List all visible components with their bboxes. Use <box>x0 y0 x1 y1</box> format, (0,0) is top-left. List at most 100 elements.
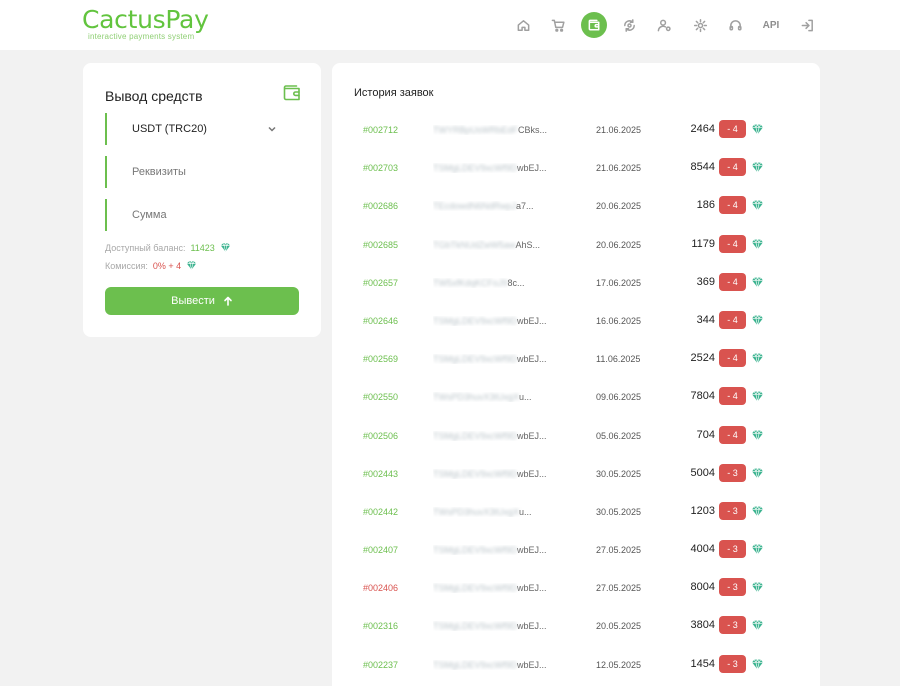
nav-orders[interactable] <box>545 12 571 38</box>
arrow-up-icon <box>224 296 232 306</box>
request-amount: 369 <box>696 275 715 288</box>
wallet-address: TWYRBpUsWRbEdFCBks... <box>433 125 551 135</box>
request-id-link[interactable]: #002316 <box>363 621 398 631</box>
request-id-link[interactable]: #002237 <box>363 660 398 670</box>
history-list: #002712 TWYRBpUsWRbEdFCBks... 21.06.2025… <box>332 111 820 684</box>
wallet-address-tail: wbEJ... <box>517 621 547 632</box>
gem-icon <box>751 581 764 594</box>
request-date: 11.06.2025 <box>596 354 641 365</box>
fee-badge: - 3 <box>719 616 746 635</box>
amount-input[interactable]: Сумма <box>105 199 299 231</box>
fee-badge: - 4 <box>719 310 746 329</box>
gem-icon <box>220 242 231 253</box>
request-id-link[interactable]: #002550 <box>363 392 398 402</box>
wallet-address: TSMgLDEV9xcWf9DwbEJ... <box>433 621 551 631</box>
history-title: История заявок <box>354 87 434 99</box>
wallet-icon <box>282 84 302 102</box>
request-id-link[interactable]: #002443 <box>363 469 398 479</box>
chevron-down-icon <box>267 124 277 134</box>
nav-logout[interactable] <box>794 12 820 38</box>
nav-wallet[interactable] <box>581 12 607 38</box>
request-date: 20.06.2025 <box>596 239 642 250</box>
request-id-link[interactable]: #002406 <box>363 583 398 593</box>
request-date: 27.05.2025 <box>596 583 642 594</box>
wallet-address-tail: u... <box>519 392 532 403</box>
request-id-link[interactable]: #002703 <box>363 163 398 173</box>
request-id-link[interactable]: #002712 <box>363 125 398 135</box>
request-id-link[interactable]: #002569 <box>363 354 398 364</box>
withdraw-card: Вывод средств USDT (TRC20) Реквизиты Сум… <box>83 63 321 337</box>
history-row: #002703 TSMgLDEV9xcWf9DwbEJ... 21.06.202… <box>332 149 820 187</box>
headset-icon <box>728 19 742 30</box>
history-card: История заявок #002712 TWYRBpUsWRbEdFCBk… <box>332 63 820 686</box>
logo-title: CactusPay <box>82 5 209 34</box>
request-date: 05.06.2025 <box>596 430 642 441</box>
request-amount: 344 <box>696 313 715 326</box>
request-date: 30.05.2025 <box>596 506 642 517</box>
wallet-address: TSMgLDEV9xcWf9DwbEJ... <box>433 545 551 555</box>
fee-badge: - 4 <box>719 120 746 138</box>
gem-icon <box>751 658 764 671</box>
wallet-address-hidden: TWYRBpUsWRbEdF <box>433 125 519 135</box>
request-amount: 2524 <box>690 352 715 365</box>
wallet-address-tail: a7... <box>516 201 534 212</box>
commission-label: Комиссия: <box>105 260 148 271</box>
history-row: #002442 TWsPD3huvX3tUxgXu... 30.05.2025 … <box>332 493 820 531</box>
withdraw-button[interactable]: Вывести <box>105 287 299 315</box>
wallet-address-hidden: TGbTkNUdZwW5aw <box>433 239 516 250</box>
wallet-address-hidden: TSMgLDEV9xcWf9D <box>433 468 518 479</box>
wallet-address-tail: wbEJ... <box>517 354 547 365</box>
request-date: 12.05.2025 <box>596 659 642 670</box>
wallet-icon <box>588 19 599 30</box>
request-id-link[interactable]: #002686 <box>363 201 398 211</box>
nav-settings[interactable] <box>687 12 713 38</box>
request-id-link[interactable]: #002407 <box>363 545 398 555</box>
gem-icon <box>751 619 764 632</box>
wallet-address-hidden: TSMgLDEV9xcWf9D <box>433 583 518 594</box>
gem-icon <box>751 123 764 136</box>
wallet-address-tail: wbEJ... <box>517 315 547 326</box>
nav-home[interactable] <box>510 12 536 38</box>
gem-icon <box>751 467 764 480</box>
fee-badge: - 4 <box>719 387 746 406</box>
request-id-link[interactable]: #002506 <box>363 431 398 441</box>
wallet-address: TSMgLDEV9xcWf9DwbEJ... <box>433 163 551 173</box>
request-id-link[interactable]: #002657 <box>363 278 398 288</box>
nav-support[interactable] <box>722 12 748 38</box>
request-amount: 8004 <box>690 581 715 594</box>
wallet-address: TSMgLDEV9xcWf9DwbEJ... <box>433 431 551 441</box>
fee-badge: - 3 <box>719 501 746 520</box>
wallet-address: TSMgLDEV9xcWf9DwbEJ... <box>433 583 551 593</box>
wallet-address: TSMgLDEV9xcWf9DwbEJ... <box>433 354 551 364</box>
wallet-address-hidden: TSMgLDEV9xcWf9D <box>433 163 518 174</box>
requisites-input[interactable]: Реквизиты <box>105 156 299 188</box>
fee-badge: - 4 <box>719 196 746 215</box>
gem-icon <box>751 161 764 174</box>
commission-value: 0% + 4 <box>152 260 182 271</box>
history-row: #002686 TEcdowdN6NdRwpJa7... 20.06.2025 … <box>332 187 820 225</box>
request-id-link[interactable]: #002442 <box>363 507 398 517</box>
wallet-address-tail: wbEJ... <box>517 468 547 479</box>
gem-icon <box>751 314 764 327</box>
history-row: #002550 TWsPD3huvX3tUxgXu... 09.06.2025 … <box>332 378 820 416</box>
request-id-link[interactable]: #002685 <box>363 240 398 250</box>
history-row: #002316 TSMgLDEV9xcWf9DwbEJ... 20.05.202… <box>332 607 820 645</box>
wallet-address-tail: wbEJ... <box>517 583 547 594</box>
request-date: 09.06.2025 <box>596 392 642 403</box>
request-amount: 186 <box>696 199 715 212</box>
wallet-address-tail: AhS... <box>515 239 541 250</box>
wallet-address-tail: wbEJ... <box>517 163 547 174</box>
request-amount: 1203 <box>690 504 715 517</box>
gem-icon <box>751 352 764 365</box>
fee-badge: - 3 <box>719 463 746 482</box>
nav-api[interactable]: API <box>758 12 784 38</box>
request-amount: 2464 <box>690 123 715 135</box>
currency-select[interactable]: USDT (TRC20) <box>105 113 299 145</box>
nav-exchange[interactable] <box>616 12 642 38</box>
request-id-link[interactable]: #002646 <box>363 316 398 326</box>
fee-badge: - 4 <box>719 425 746 444</box>
nav-profile[interactable] <box>651 12 677 38</box>
history-row: #002569 TSMgLDEV9xcWf9DwbEJ... 11.06.202… <box>332 340 820 378</box>
wallet-address: TEcdowdN6NdRwpJa7... <box>433 201 551 211</box>
logo[interactable]: CactusPay interactive payments system <box>82 5 209 42</box>
